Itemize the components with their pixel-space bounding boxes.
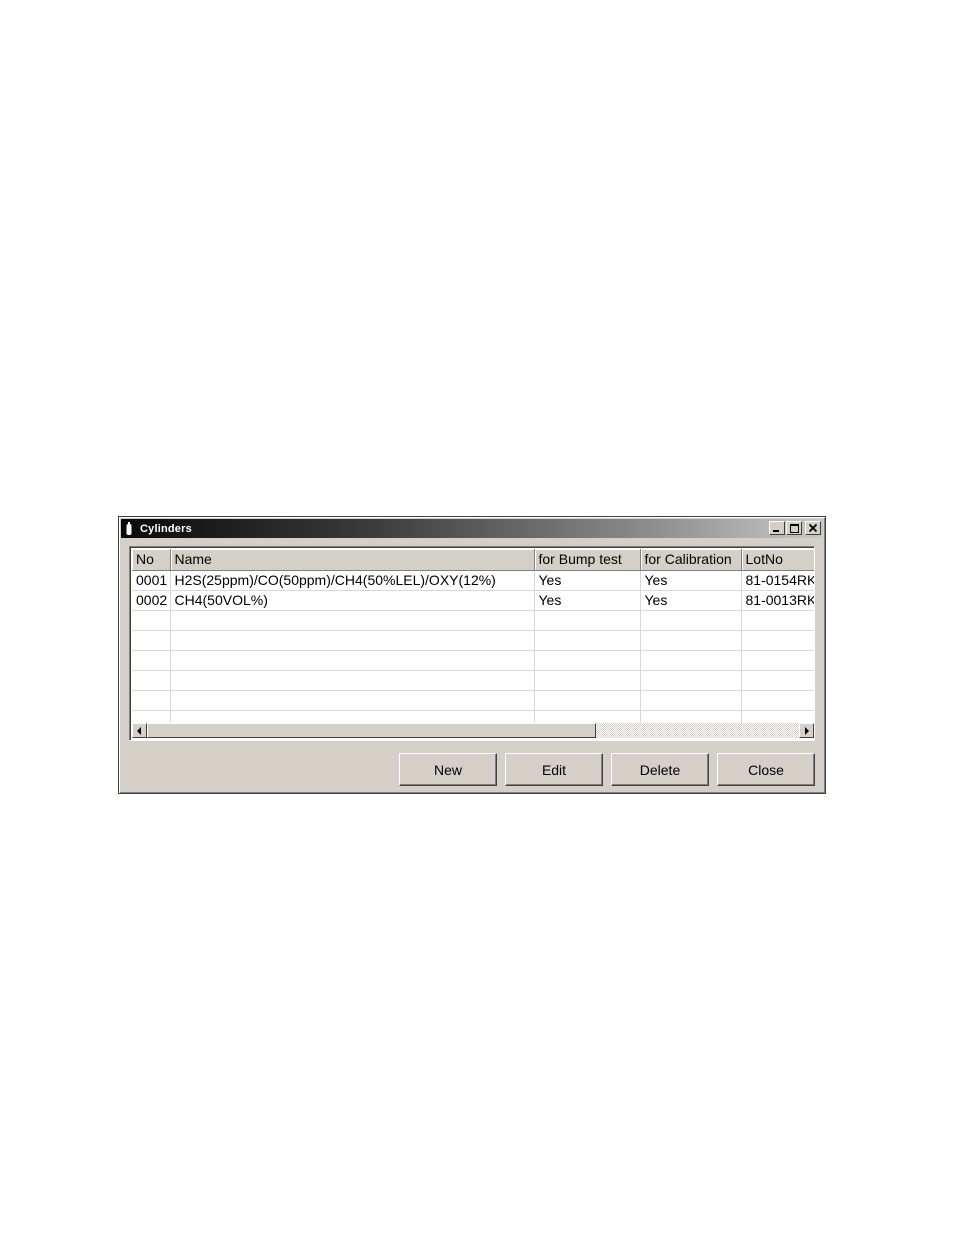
empty-cell	[640, 690, 742, 711]
close-button[interactable]: Close	[717, 753, 815, 786]
page: Cylinders No Name for Bump test for Cali…	[0, 0, 954, 1235]
minimize-button[interactable]	[769, 521, 785, 535]
cell-no: 0001	[132, 570, 171, 591]
empty-cell	[741, 670, 814, 691]
column-header-calibration[interactable]: for Calibration	[640, 549, 742, 571]
empty-row[interactable]	[132, 690, 814, 711]
delete-button[interactable]: Delete	[611, 753, 709, 786]
column-header-no[interactable]: No	[132, 549, 171, 571]
empty-cell	[132, 670, 171, 691]
empty-cell	[640, 650, 742, 671]
grid-viewport: No Name for Bump test for Calibration Lo…	[132, 549, 814, 725]
empty-cell	[640, 610, 742, 631]
empty-cell	[170, 670, 535, 691]
empty-cell	[534, 690, 641, 711]
column-header-name[interactable]: Name	[170, 549, 535, 571]
cell-bump-test: Yes	[534, 590, 641, 611]
arrow-left-icon	[137, 726, 141, 735]
edit-button[interactable]: Edit	[505, 753, 603, 786]
empty-cell	[132, 610, 171, 631]
scroll-left-button[interactable]	[132, 723, 147, 738]
cylinders-grid: No Name for Bump test for Calibration Lo…	[129, 546, 815, 741]
cell-no: 0002	[132, 590, 171, 611]
empty-cell	[170, 630, 535, 651]
scroll-thumb[interactable]	[147, 723, 596, 738]
table-row[interactable]: 0001 H2S(25ppm)/CO(50ppm)/CH4(50%LEL)/OX…	[132, 570, 814, 591]
title-bar[interactable]: Cylinders	[121, 519, 823, 538]
cell-lotno: 81-0154RK	[741, 570, 814, 591]
empty-cell	[132, 650, 171, 671]
maximize-icon	[789, 523, 799, 533]
empty-cell	[132, 690, 171, 711]
column-header-bump-test[interactable]: for Bump test	[534, 549, 641, 571]
table-row[interactable]: 0002 CH4(50VOL%) Yes Yes 81-0013RK	[132, 590, 814, 611]
empty-row[interactable]	[132, 650, 814, 671]
table-header-row: No Name for Bump test for Calibration Lo…	[132, 549, 814, 571]
empty-row[interactable]	[132, 670, 814, 691]
empty-cell	[534, 670, 641, 691]
empty-cell	[741, 630, 814, 651]
empty-cell	[170, 650, 535, 671]
horizontal-scrollbar[interactable]	[132, 723, 814, 738]
arrow-right-icon	[805, 726, 809, 735]
empty-cell	[170, 610, 535, 631]
scroll-right-button[interactable]	[799, 723, 814, 738]
empty-cell	[170, 690, 535, 711]
cylinder-icon	[126, 522, 132, 535]
window-title: Cylinders	[140, 522, 192, 535]
cell-bump-test: Yes	[534, 570, 641, 591]
empty-cell	[534, 630, 641, 651]
empty-cell	[640, 630, 742, 651]
empty-cell	[741, 650, 814, 671]
column-header-lotno[interactable]: LotNo	[741, 549, 814, 571]
empty-cell	[132, 630, 171, 651]
empty-row[interactable]	[132, 630, 814, 651]
maximize-button[interactable]	[786, 521, 802, 535]
empty-row[interactable]	[132, 610, 814, 631]
empty-cell	[640, 670, 742, 691]
empty-cell	[741, 610, 814, 631]
cell-name: H2S(25ppm)/CO(50ppm)/CH4(50%LEL)/OXY(12%…	[170, 570, 535, 591]
cell-calibration: Yes	[640, 590, 742, 611]
cell-calibration: Yes	[640, 570, 742, 591]
cylinders-table: No Name for Bump test for Calibration Lo…	[132, 549, 814, 725]
title-buttons	[768, 521, 821, 535]
cell-lotno: 81-0013RK	[741, 590, 814, 611]
empty-cell	[534, 610, 641, 631]
close-window-button[interactable]	[805, 521, 821, 535]
cylinders-window: Cylinders No Name for Bump test for Cali…	[118, 516, 826, 794]
cell-name: CH4(50VOL%)	[170, 590, 535, 611]
empty-cell	[741, 690, 814, 711]
minimize-icon	[773, 530, 779, 532]
empty-cell	[534, 650, 641, 671]
new-button[interactable]: New	[399, 753, 497, 786]
close-icon	[809, 524, 817, 532]
